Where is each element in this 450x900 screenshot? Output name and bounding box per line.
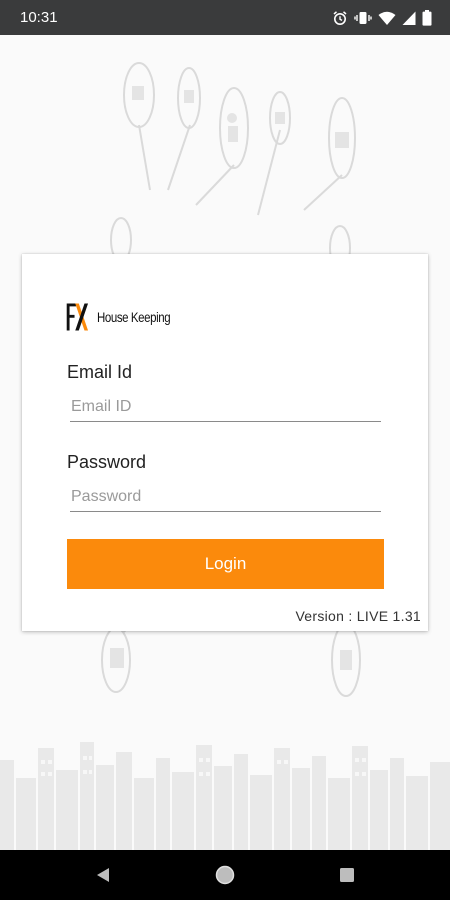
- back-icon: [97, 868, 109, 882]
- recents-button[interactable]: [335, 863, 359, 887]
- home-icon: [215, 865, 235, 885]
- fx-logo-icon: [66, 303, 89, 331]
- wifi-icon: [378, 11, 396, 25]
- recents-icon: [340, 868, 354, 882]
- home-button[interactable]: [213, 863, 237, 887]
- status-bar: 10:31: [0, 0, 450, 35]
- alarm-icon: [333, 11, 347, 25]
- version-label: Version : LIVE 1.31: [295, 608, 421, 624]
- status-icons: [332, 9, 432, 27]
- back-button[interactable]: [91, 863, 115, 887]
- navigation-bar: [0, 850, 450, 900]
- email-label: Email Id: [67, 362, 133, 382]
- email-input[interactable]: [70, 393, 381, 422]
- battery-icon: [422, 10, 432, 26]
- logo-text: House Keeping: [96, 309, 171, 325]
- status-time: 10:31: [20, 9, 58, 26]
- vibrate-icon: [354, 12, 372, 24]
- login-button[interactable]: Login: [67, 539, 384, 589]
- password-label: Password: [67, 452, 147, 472]
- signal-icon: [402, 11, 416, 25]
- app-logo: House Keeping: [66, 294, 186, 340]
- login-card: House Keeping Email Id Password Login Ve…: [22, 254, 428, 631]
- password-input[interactable]: [70, 483, 381, 512]
